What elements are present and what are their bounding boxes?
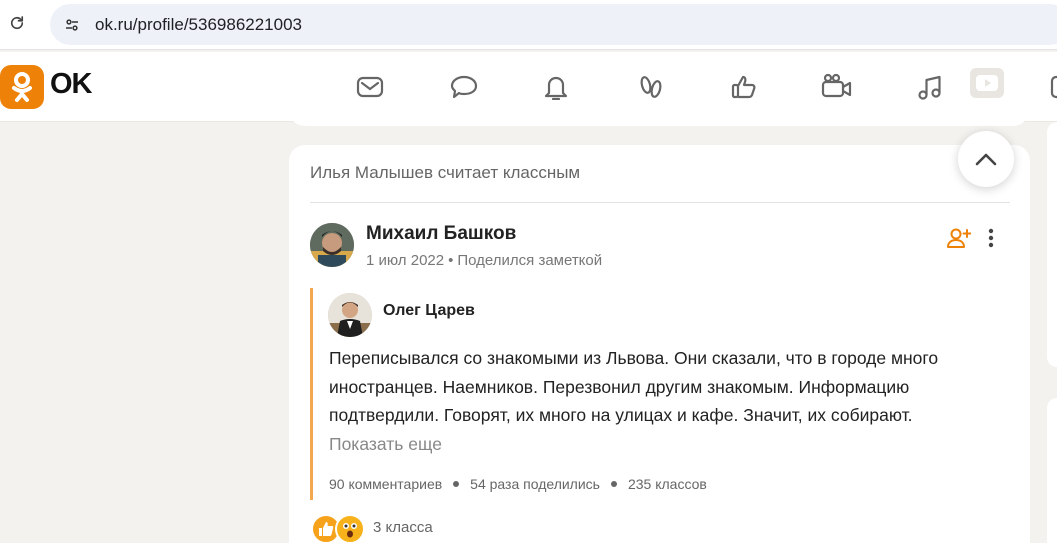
post-meta: 1 июл 2022 • Поделился заметкой — [366, 252, 602, 269]
comments-count[interactable]: 90 комментариев — [329, 476, 442, 492]
url-text[interactable]: ok.ru/profile/536986221003 — [95, 15, 302, 35]
note-stats: 90 комментариев 54 раза поделились 235 к… — [329, 476, 707, 492]
feed-post-card: Илья Малышев считает классным Михаил Баш… — [289, 145, 1030, 543]
video-play-icon[interactable] — [970, 68, 1004, 98]
reload-icon[interactable] — [7, 13, 27, 33]
bell-icon[interactable] — [539, 70, 573, 104]
add-friend-icon[interactable] — [946, 225, 972, 251]
browser-toolbar: ok.ru/profile/536986221003 — [0, 0, 1057, 50]
note-text: Переписывался со знакомыми из Львова. Он… — [329, 348, 939, 425]
stats-separator — [610, 481, 617, 487]
music-icon[interactable] — [913, 70, 947, 104]
author-avatar[interactable] — [310, 223, 354, 267]
right-column-card-2 — [1047, 398, 1057, 543]
mail-icon[interactable] — [353, 70, 387, 104]
wow-reaction-icon — [335, 514, 365, 543]
quote-author-name[interactable]: Олег Царев — [383, 302, 475, 320]
post-action: Поделился заметкой — [457, 252, 603, 269]
reactions[interactable] — [311, 514, 371, 543]
shares-count[interactable]: 54 раза поделились — [470, 476, 600, 492]
ok-logo-icon[interactable] — [0, 65, 44, 109]
scroll-to-top-button[interactable] — [958, 131, 1014, 187]
like-icon[interactable] — [727, 70, 761, 104]
post-date[interactable]: 1 июл 2022 — [366, 252, 444, 269]
meta-separator: • — [448, 252, 454, 269]
site-settings-icon[interactable] — [58, 11, 86, 39]
divider — [310, 202, 1010, 203]
more-options-icon[interactable] — [981, 225, 1001, 251]
ok-logo-text[interactable]: OK — [50, 68, 92, 101]
post-context[interactable]: Илья Малышев считает классным — [310, 163, 580, 183]
shared-note: Олег Царев Переписывался со знакомыми из… — [310, 288, 1010, 500]
quote-author-avatar[interactable] — [328, 293, 372, 337]
games-icon[interactable] — [1040, 70, 1057, 104]
stats-separator — [453, 481, 460, 487]
reactions-count[interactable]: 3 класса — [373, 519, 433, 536]
address-bar[interactable]: ok.ru/profile/536986221003 — [50, 4, 1057, 45]
right-column-card — [1047, 122, 1057, 367]
guests-icon[interactable] — [634, 70, 668, 104]
video-camera-icon[interactable] — [820, 70, 854, 104]
previous-feed-card — [289, 100, 1029, 126]
chat-icon[interactable] — [447, 70, 481, 104]
author-name[interactable]: Михаил Башков — [366, 223, 516, 245]
show-more-link[interactable]: Показать еще — [329, 434, 442, 455]
likes-count[interactable]: 235 классов — [628, 476, 707, 492]
